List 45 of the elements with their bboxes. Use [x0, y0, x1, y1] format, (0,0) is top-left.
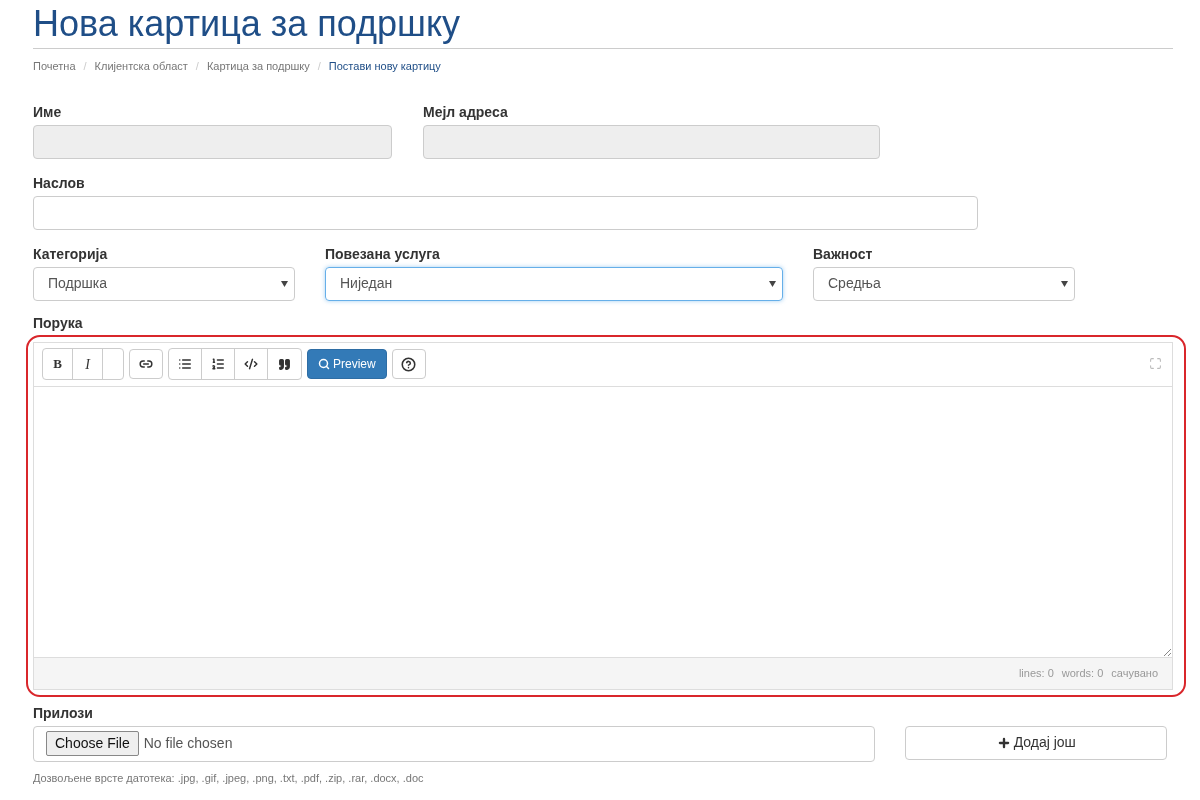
- breadcrumb-link[interactable]: Картица за подршку: [206, 58, 310, 75]
- field-label: Име: [33, 102, 63, 122]
- caret-icon: [281, 280, 288, 287]
- link-icon: [139, 357, 153, 371]
- add-more-button[interactable]: Додај још: [905, 725, 1167, 760]
- status-text: сачувано: [1111, 665, 1158, 681]
- bold-button[interactable]: B: [43, 349, 73, 379]
- search-icon: [318, 358, 330, 370]
- resize-grip-icon: [1164, 648, 1171, 656]
- allowed-file-types-text: Дозвољене врсте датотека: .jpg, .gif, .jpeg, .png, .txt, .pdf, .zip, .rar, .docx, .doc: [33, 770, 425, 786]
- status-text: lines: 0: [1018, 665, 1054, 681]
- link-button[interactable]: [129, 349, 163, 379]
- dropdown-select[interactable]: Ниједан: [325, 266, 783, 301]
- italic-button[interactable]: I: [73, 349, 103, 379]
- caret-icon: [769, 280, 776, 287]
- status-text: words: 0: [1061, 665, 1104, 681]
- choose-file-button[interactable]: Choose File: [46, 731, 139, 756]
- quote-icon: [278, 357, 291, 371]
- breadcrumb-link[interactable]: Постави нову картицу: [328, 58, 441, 75]
- field-label: Прилози: [33, 703, 94, 723]
- field-label: Важност: [813, 244, 874, 264]
- help-button[interactable]: [391, 349, 426, 379]
- text-field[interactable]: [33, 195, 978, 230]
- breadcrumb-link[interactable]: Почетна: [33, 58, 76, 75]
- caret-icon: [1061, 280, 1068, 287]
- field-label: Порука: [33, 313, 84, 333]
- preview-button[interactable]: Preview: [307, 349, 387, 379]
- code-icon: [244, 357, 258, 371]
- file-input[interactable]: Choose File No file chosen: [33, 725, 876, 762]
- page-title: Нова картица за подршку: [33, 2, 462, 46]
- dropdown-select[interactable]: Средња: [813, 266, 1075, 301]
- field-label: Повезана услуга: [325, 244, 441, 264]
- help-icon: [401, 356, 417, 372]
- breadcrumb-separator: /: [82, 59, 88, 74]
- breadcrumb-link[interactable]: Клијентска област: [94, 58, 188, 75]
- file-status-text: No file chosen: [143, 734, 233, 753]
- field-label: Мејл адреса: [423, 102, 509, 122]
- breadcrumb-separator: /: [194, 59, 200, 74]
- field-label: Категорија: [33, 244, 109, 264]
- dropdown-select[interactable]: Подршка: [33, 266, 295, 301]
- numbered-list-icon: [211, 357, 225, 371]
- breadcrumb-separator: /: [316, 59, 322, 74]
- plus-icon: [996, 735, 1011, 750]
- bullet-list-icon: [178, 357, 192, 371]
- field-label: Наслов: [33, 173, 86, 193]
